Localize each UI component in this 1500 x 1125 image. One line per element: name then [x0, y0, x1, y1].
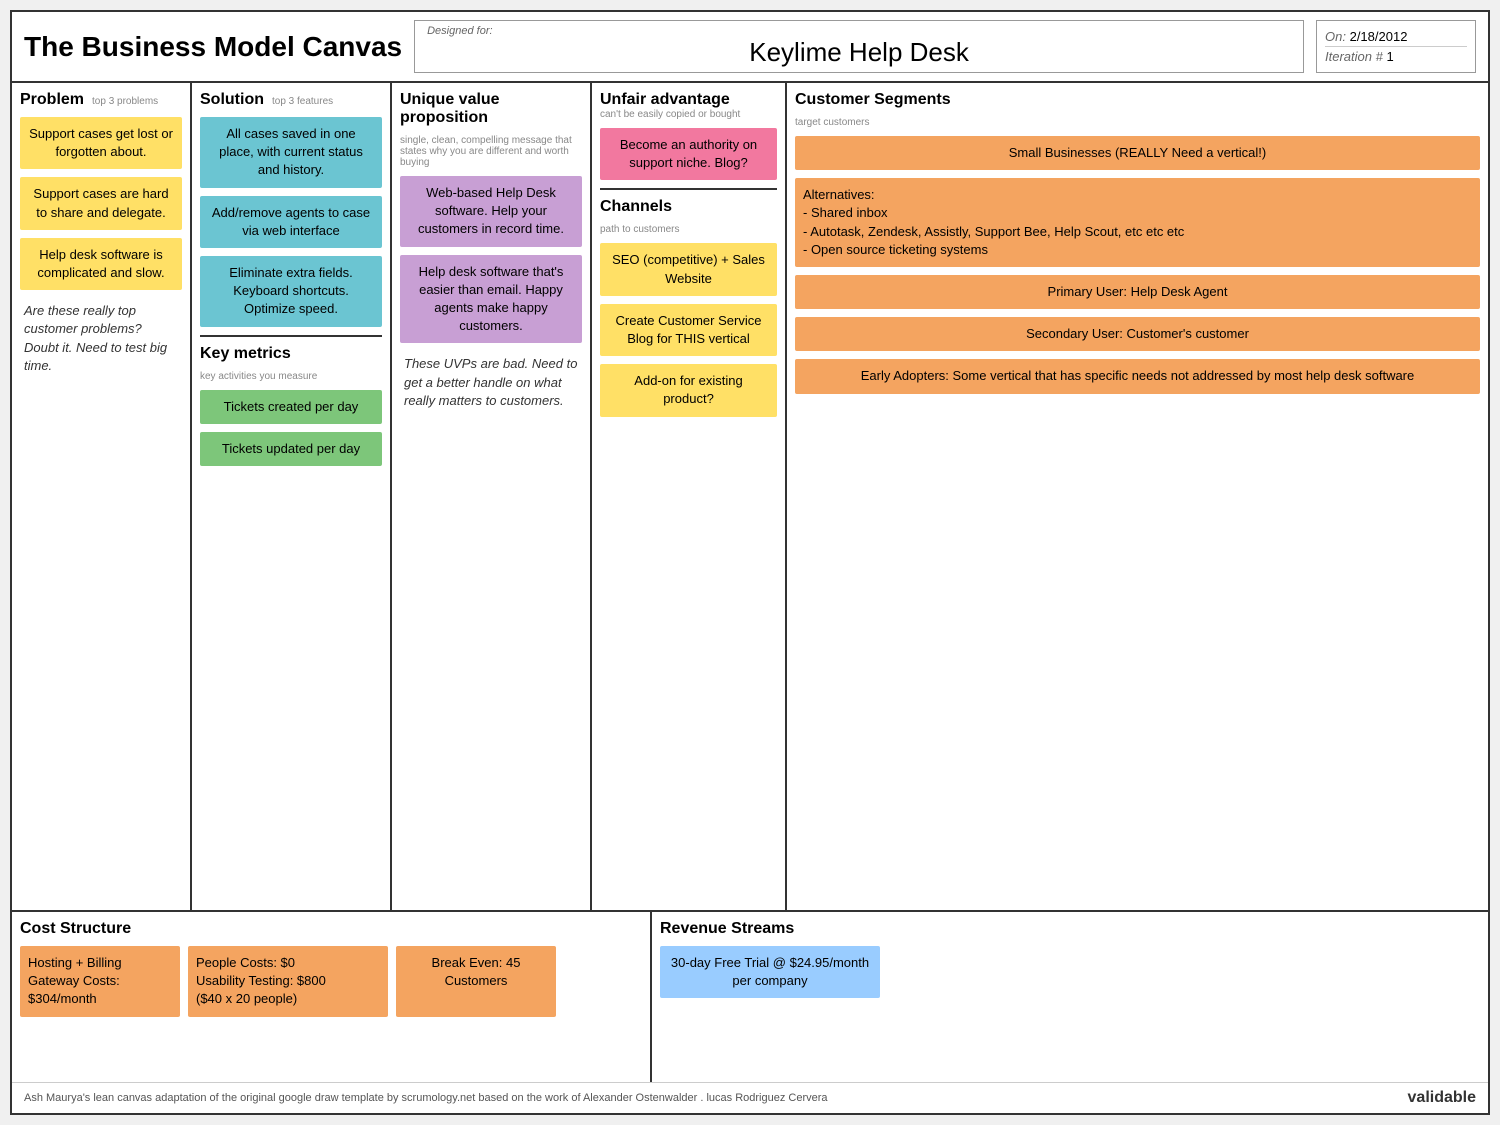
unfair-title: Unfair advantage — [600, 91, 730, 109]
footer-credit: Ash Maurya's lean canvas adaptation of t… — [24, 1092, 828, 1104]
unfair-header: Unfair advantage — [600, 91, 777, 109]
uvp-note-2: Help desk software that's easier than em… — [400, 255, 582, 344]
segment-note-4: Secondary User: Customer's customer — [795, 317, 1480, 351]
key-metrics-header: Key metrics — [200, 345, 382, 363]
header-center: Designed for: Keylime Help Desk — [414, 20, 1304, 73]
cost-items: Hosting + Billing Gateway Costs: $304/mo… — [20, 946, 642, 1017]
unfair-column: Unfair advantage can't be easily copied … — [592, 83, 787, 910]
problem-subtitle: top 3 problems — [92, 96, 158, 107]
channels-header: Channels — [600, 198, 777, 216]
problem-note-3: Help desk software is complicated and sl… — [20, 238, 182, 290]
bottom-section: Cost Structure Hosting + Billing Gateway… — [12, 912, 1488, 1082]
main-grid: Problem top 3 problems Support cases get… — [12, 83, 1488, 912]
uvp-column: Unique value proposition single, clean, … — [392, 83, 592, 910]
uvp-title: Unique value proposition — [400, 91, 582, 127]
segment-note-3: Primary User: Help Desk Agent — [795, 275, 1480, 309]
unfair-subtitle: can't be easily copied or bought — [600, 109, 777, 120]
problem-header: Problem top 3 problems — [20, 91, 182, 109]
key-metrics-subtitle: key activities you measure — [200, 371, 382, 382]
key-metrics-section: Key metrics key activities you measure T… — [200, 345, 382, 903]
channel-note-1: SEO (competitive) + Sales Website — [600, 243, 777, 295]
solution-top: Solution top 3 features All cases saved … — [200, 91, 382, 337]
channels-section: Channels path to customers SEO (competit… — [600, 198, 777, 902]
footer: Ash Maurya's lean canvas adaptation of t… — [12, 1082, 1488, 1113]
solution-title: Solution — [200, 91, 264, 109]
header: The Business Model Canvas Designed for: … — [12, 12, 1488, 83]
solution-header: Solution top 3 features — [200, 91, 382, 109]
unfair-note-1: Become an authority on support niche. Bl… — [600, 128, 777, 180]
cost-note-1: Hosting + Billing Gateway Costs: $304/mo… — [20, 946, 180, 1017]
segments-column: Customer Segments target customers Small… — [787, 83, 1488, 910]
solution-column: Solution top 3 features All cases saved … — [192, 83, 392, 910]
uvp-subtitle: single, clean, compelling message that s… — [400, 135, 582, 168]
footer-logo: validable — [1408, 1089, 1476, 1107]
cost-title: Cost Structure — [20, 920, 642, 938]
canvas-name: Keylime Help Desk — [427, 37, 1291, 68]
uvp-note-1: Web-based Help Desk software. Help your … — [400, 176, 582, 247]
segments-header: Customer Segments — [795, 91, 1480, 109]
solution-note-3: Eliminate extra fields. Keyboard shortcu… — [200, 256, 382, 327]
main-title: The Business Model Canvas — [24, 20, 402, 73]
segment-note-1: Small Businesses (REALLY Need a vertical… — [795, 136, 1480, 170]
segments-title: Customer Segments — [795, 91, 951, 109]
solution-subtitle: top 3 features — [272, 96, 333, 107]
problem-italic-note: Are these really top customer problems? … — [20, 298, 182, 379]
segment-note-5: Early Adopters: Some vertical that has s… — [795, 359, 1480, 393]
uvp-header: Unique value proposition — [400, 91, 582, 127]
problem-note-1: Support cases get lost or forgotten abou… — [20, 117, 182, 169]
channel-note-2: Create Customer Service Blog for THIS ve… — [600, 304, 777, 356]
iteration: Iteration # 1 — [1325, 47, 1467, 66]
designed-for-label: Designed for: — [427, 25, 1291, 37]
channel-note-3: Add-on for existing product? — [600, 364, 777, 416]
key-metrics-title: Key metrics — [200, 345, 291, 363]
cost-structure-section: Cost Structure Hosting + Billing Gateway… — [12, 912, 652, 1082]
header-right: On: 2/18/2012 Iteration # 1 — [1316, 20, 1476, 73]
on-date: On: 2/18/2012 — [1325, 27, 1467, 47]
segments-subtitle: target customers — [795, 117, 1480, 128]
problem-note-2: Support cases are hard to share and dele… — [20, 177, 182, 229]
uvp-italic-note: These UVPs are bad. Need to get a better… — [400, 351, 582, 414]
problem-column: Problem top 3 problems Support cases get… — [12, 83, 192, 910]
unfair-top: Unfair advantage can't be easily copied … — [600, 91, 777, 190]
solution-note-2: Add/remove agents to case via web interf… — [200, 196, 382, 248]
channels-title: Channels — [600, 198, 672, 216]
cost-note-2: People Costs: $0 Usability Testing: $800… — [188, 946, 388, 1017]
segment-note-2: Alternatives: - Shared inbox - Autotask,… — [795, 178, 1480, 267]
cost-note-3: Break Even: 45 Customers — [396, 946, 556, 1017]
revenue-title: Revenue Streams — [660, 920, 1480, 938]
key-metric-2: Tickets updated per day — [200, 432, 382, 466]
revenue-streams-section: Revenue Streams 30-day Free Trial @ $24.… — [652, 912, 1488, 1082]
key-metric-1: Tickets created per day — [200, 390, 382, 424]
revenue-note-1: 30-day Free Trial @ $24.95/month per com… — [660, 946, 880, 998]
problem-title: Problem — [20, 91, 84, 109]
channels-subtitle: path to customers — [600, 224, 777, 235]
solution-note-1: All cases saved in one place, with curre… — [200, 117, 382, 188]
